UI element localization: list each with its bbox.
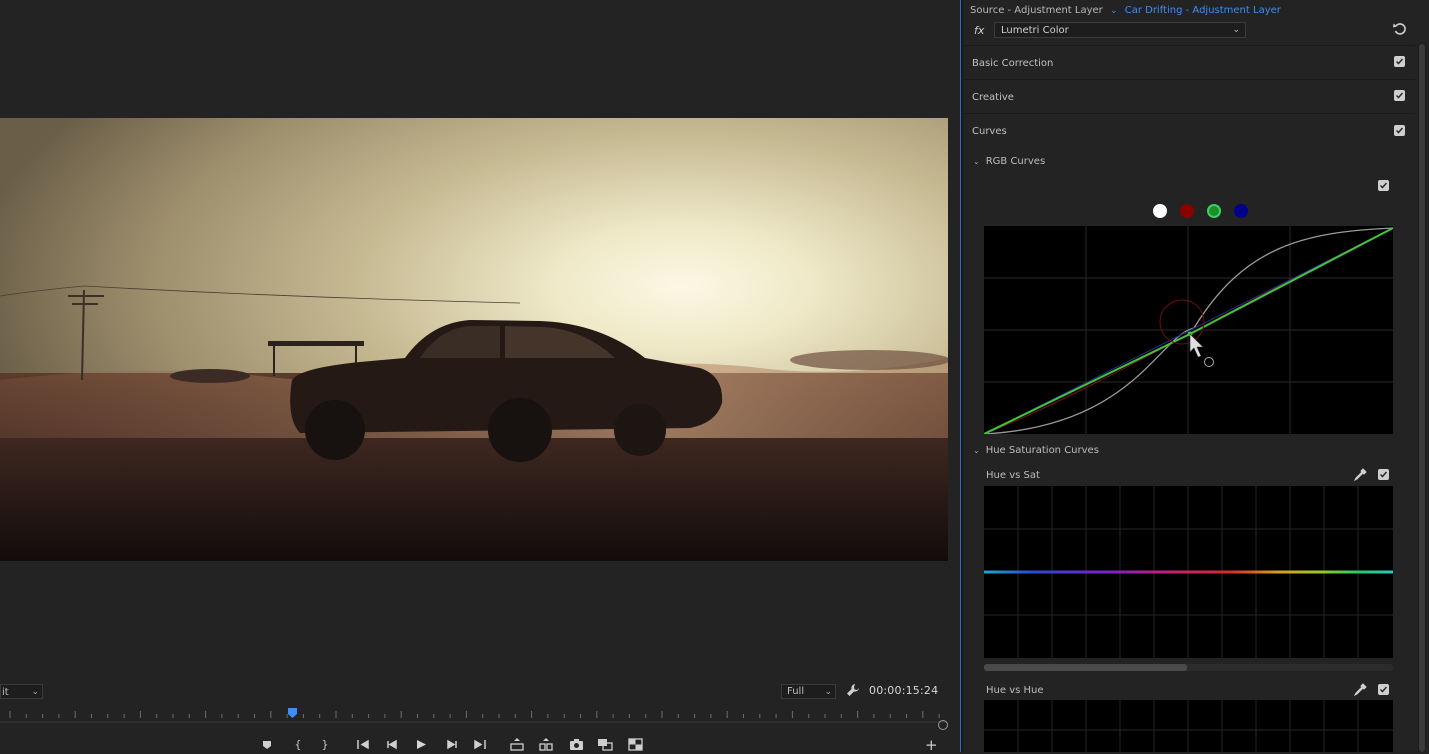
curves-checkbox[interactable] xyxy=(1394,125,1405,136)
effect-dropdown[interactable]: Lumetri Color ⌄ xyxy=(994,22,1246,38)
camera-icon xyxy=(570,739,583,750)
hue-vs-hue-checkbox[interactable] xyxy=(1378,684,1389,695)
section-label: Basic Correction xyxy=(972,58,1054,69)
eyedropper-icon[interactable] xyxy=(1354,683,1367,696)
go-to-out-icon xyxy=(474,739,486,750)
go-to-in-button[interactable] xyxy=(356,737,370,752)
step-forward-button[interactable] xyxy=(446,737,458,752)
cursor-arrow-icon xyxy=(1189,333,1204,358)
marker-icon xyxy=(263,741,271,749)
playhead-marker[interactable] xyxy=(288,708,297,718)
hue-saturation-curves-header[interactable]: ⌄ Hue Saturation Curves xyxy=(973,445,1099,456)
car-drifting-frame xyxy=(0,118,948,561)
step-forward-icon xyxy=(447,739,457,750)
chevron-down-icon: ⌄ xyxy=(1232,25,1240,35)
comparison-icon xyxy=(598,739,613,751)
lift-icon xyxy=(510,738,524,751)
clip-selector[interactable]: Car Drifting - Adjustment Layer xyxy=(1125,5,1281,16)
blue-channel-button[interactable] xyxy=(1234,204,1248,218)
chevron-down-icon: ⌄ xyxy=(973,157,980,166)
checkmark-icon xyxy=(1395,92,1404,99)
checkmark-icon xyxy=(1395,58,1404,65)
time-ruler[interactable] xyxy=(0,708,945,728)
red-channel-button[interactable] xyxy=(1180,204,1194,218)
section-label: Curves xyxy=(972,126,1007,137)
creative-checkbox[interactable] xyxy=(1394,90,1405,101)
panel-scroll-thumb[interactable] xyxy=(1419,44,1425,752)
chevron-down-icon[interactable]: ⌄ xyxy=(1110,6,1118,16)
hue-vs-hue-label: Hue vs Hue xyxy=(986,685,1044,696)
play-button[interactable] xyxy=(415,737,428,752)
cursor-modifier-icon xyxy=(1204,357,1214,367)
go-to-out-button[interactable] xyxy=(473,737,487,752)
rgb-curve-graph[interactable] xyxy=(984,226,1393,434)
hue-sat-scroll-thumb[interactable] xyxy=(984,664,1187,671)
program-monitor: it ⌄ Full ⌄ 00:00:15:24 { } + xyxy=(0,0,960,753)
checkmark-icon xyxy=(1379,182,1388,189)
effect-name: Lumetri Color xyxy=(1001,25,1069,36)
reset-icon[interactable] xyxy=(1392,21,1408,37)
effect-controls-panel: Source - Adjustment Layer ⌄ Car Drifting… xyxy=(963,0,1429,752)
playback-resolution-dropdown[interactable]: Full ⌄ xyxy=(781,684,836,699)
chevron-down-icon: ⌄ xyxy=(973,446,980,455)
eyedropper-icon[interactable] xyxy=(1354,468,1367,481)
fit-label: it xyxy=(2,687,9,698)
section-creative[interactable]: Creative xyxy=(963,79,1415,113)
hue-vs-hue-graph[interactable] xyxy=(984,700,1393,752)
step-back-icon xyxy=(387,739,397,750)
checkmark-icon xyxy=(1395,127,1404,134)
wrench-icon[interactable] xyxy=(846,683,860,697)
checkmark-icon xyxy=(1379,471,1388,478)
video-frame xyxy=(0,118,948,561)
chevron-down-icon: ⌄ xyxy=(31,687,39,697)
panel-header: Source - Adjustment Layer ⌄ Car Drifting… xyxy=(970,5,1281,16)
fx-badge[interactable]: fx xyxy=(974,24,984,37)
zoom-handle[interactable] xyxy=(938,720,948,730)
mark-in-button[interactable]: { xyxy=(293,737,303,752)
hue-saturation-curves-label: Hue Saturation Curves xyxy=(985,445,1099,456)
fit-dropdown[interactable]: it ⌄ xyxy=(0,684,43,699)
step-back-button[interactable] xyxy=(386,737,398,752)
go-to-in-icon xyxy=(357,739,369,750)
section-basic-correction[interactable]: Basic Correction xyxy=(963,45,1415,79)
panel-scrollbar[interactable] xyxy=(1418,44,1426,752)
extract-icon xyxy=(539,738,553,751)
rgb-curves-header[interactable]: ⌄ RGB Curves xyxy=(973,156,1045,167)
hue-sat-scrollbar[interactable] xyxy=(984,664,1393,671)
source-tab[interactable]: Source - Adjustment Layer xyxy=(970,5,1103,16)
comparison-view-button[interactable] xyxy=(597,737,613,752)
play-icon xyxy=(417,740,426,749)
quality-label: Full xyxy=(787,686,805,697)
rgb-curves-label: RGB Curves xyxy=(985,156,1046,167)
rgb-curves-checkbox[interactable] xyxy=(1378,180,1389,191)
hue-vs-sat-label: Hue vs Sat xyxy=(986,470,1040,481)
export-frame-button[interactable] xyxy=(569,737,584,752)
section-curves[interactable]: Curves xyxy=(963,113,1415,147)
proxy-icon xyxy=(628,738,643,751)
extract-button[interactable] xyxy=(538,737,554,752)
green-channel-button[interactable] xyxy=(1207,204,1221,218)
button-editor-add-button[interactable]: + xyxy=(925,738,938,753)
hue-vs-sat-checkbox[interactable] xyxy=(1378,469,1389,480)
add-marker-button[interactable] xyxy=(261,737,273,752)
hue-vs-sat-curve[interactable] xyxy=(984,570,1393,574)
playhead-timecode[interactable]: 00:00:15:24 xyxy=(869,684,938,697)
checkmark-icon xyxy=(1379,686,1388,693)
toggle-proxies-button[interactable] xyxy=(628,737,643,752)
white-channel-button[interactable] xyxy=(1153,204,1167,218)
basic-correction-checkbox[interactable] xyxy=(1394,56,1405,67)
lift-button[interactable] xyxy=(509,737,525,752)
section-label: Creative xyxy=(972,92,1014,103)
mark-out-button[interactable]: } xyxy=(320,737,330,752)
hue-vs-sat-graph[interactable] xyxy=(984,486,1393,658)
chevron-down-icon: ⌄ xyxy=(824,687,832,697)
